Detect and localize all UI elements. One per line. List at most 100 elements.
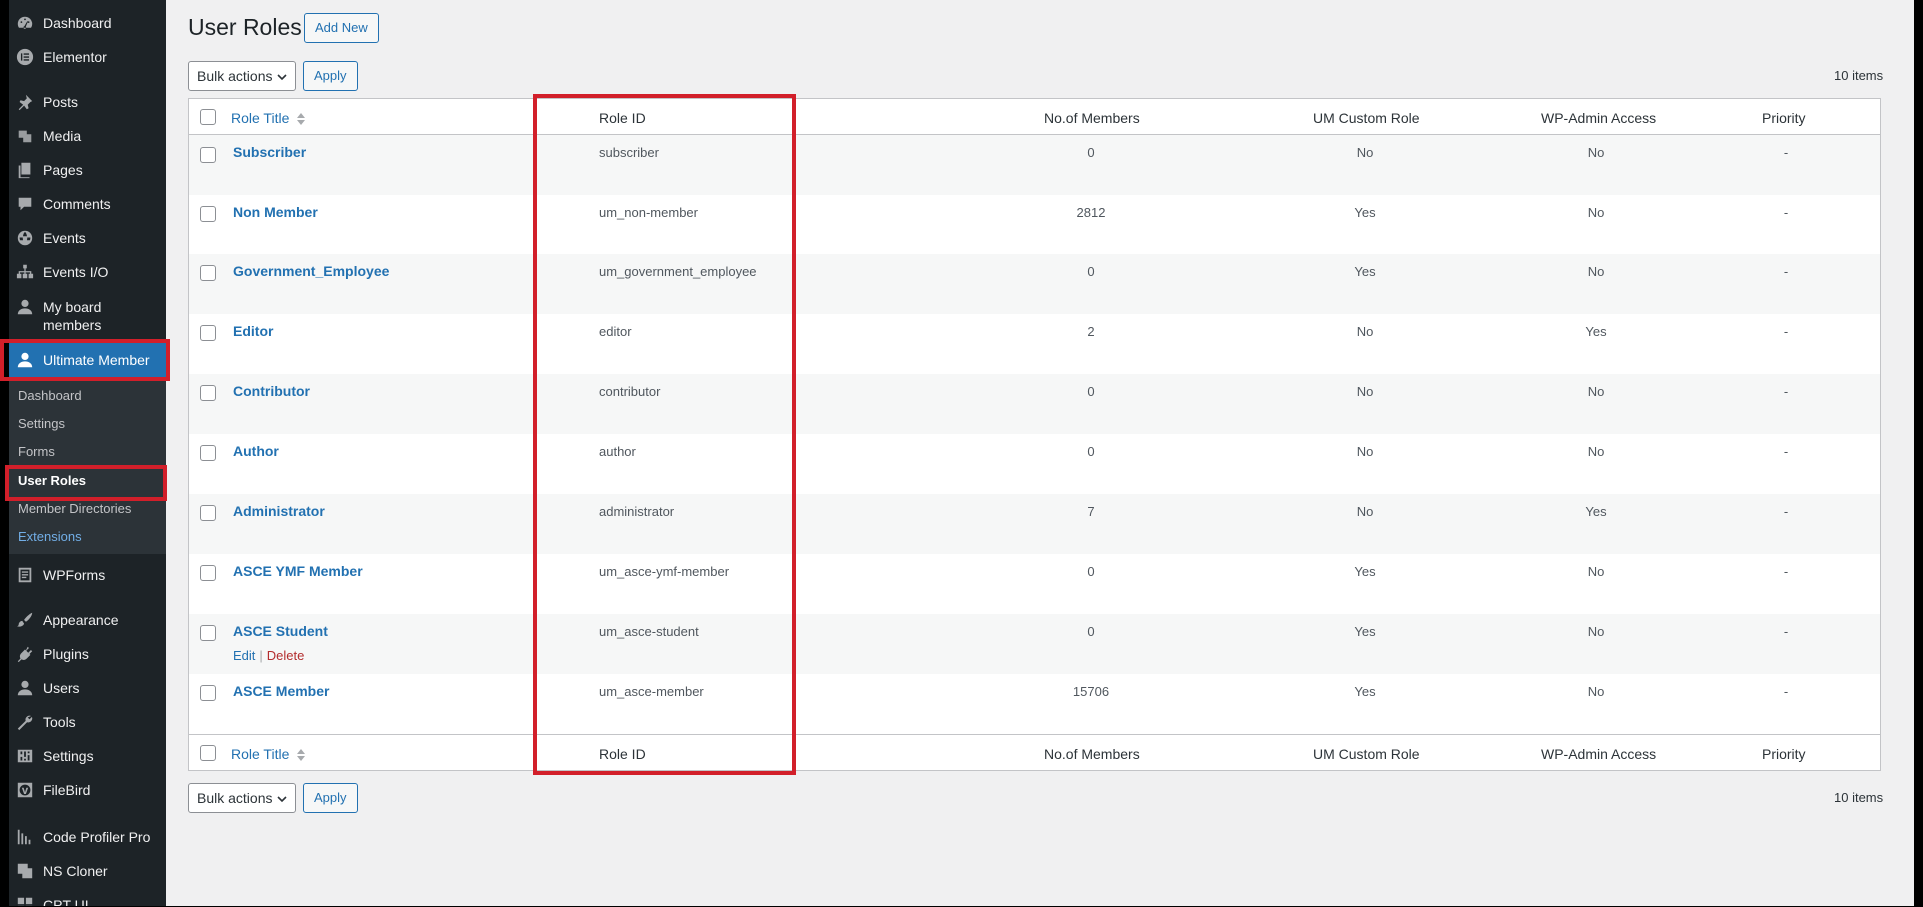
submenu-item-member-directories[interactable]: Member Directories	[18, 500, 131, 518]
sidebar-item-label: Posts	[43, 94, 79, 110]
row-checkbox[interactable]	[200, 206, 216, 222]
sidebar-item-dashboard[interactable]: Dashboard	[9, 13, 166, 33]
table-row: ASCE Student Edit | Delete um_asce-student…	[189, 614, 1880, 674]
wp-admin-access-value: No	[1587, 264, 1605, 279]
select-all-checkbox[interactable]	[200, 109, 216, 125]
sitemap-icon	[15, 262, 35, 282]
role-title-link[interactable]: Editor	[233, 323, 273, 339]
bulk-actions-select-bottom[interactable]: Bulk actions	[188, 783, 296, 813]
sidebar-item-label: FileBird	[43, 782, 91, 798]
sidebar-item-ns-cloner[interactable]: NS Cloner	[9, 861, 166, 881]
role-title-link[interactable]: Author	[233, 443, 279, 459]
sidebar-item-plugins[interactable]: Plugins	[9, 644, 166, 664]
submenu-item-dashboard[interactable]: Dashboard	[18, 387, 82, 405]
column-um-custom-role: UM Custom Role	[1313, 110, 1420, 126]
submenu-item-settings[interactable]: Settings	[18, 415, 65, 433]
row-checkbox[interactable]	[200, 505, 216, 521]
submenu-item-user-roles[interactable]: User Roles	[18, 472, 86, 490]
clone-icon	[15, 861, 35, 881]
sidebar-item-my-board-members[interactable]: My board members	[9, 297, 166, 334]
row-checkbox[interactable]	[200, 325, 216, 341]
table-row: Subscriber subscriber 0 No No -	[189, 135, 1880, 195]
bulk-actions-select-top[interactable]: Bulk actions	[188, 61, 296, 91]
sidebar-item-tools[interactable]: Tools	[9, 712, 166, 732]
row-actions: Edit | Delete	[233, 648, 304, 663]
column-members: No.of Members	[1044, 746, 1140, 762]
table-row: ASCE Member um_asce-member 15706 Yes No …	[189, 674, 1880, 734]
row-checkbox[interactable]	[200, 685, 216, 701]
sidebar-item-settings[interactable]: Settings	[9, 746, 166, 766]
sidebar-item-code-profiler-pro[interactable]: Code Profiler Pro	[9, 827, 166, 847]
column-priority: Priority	[1762, 746, 1806, 762]
sidebar-item-label: CPT UI	[43, 897, 89, 906]
apply-button-bottom[interactable]: Apply	[303, 783, 358, 813]
add-new-button[interactable]: Add New	[304, 13, 379, 43]
member-count: 7	[1087, 504, 1095, 519]
sidebar-item-events[interactable]: Events	[9, 228, 166, 248]
column-label: Role Title	[231, 110, 290, 126]
role-title-link[interactable]: Government_Employee	[233, 263, 389, 279]
sidebar-item-pages[interactable]: Pages	[9, 160, 166, 180]
column-wp-admin-access: WP-Admin Access	[1541, 746, 1657, 762]
sidebar-item-elementor[interactable]: Elementor	[9, 47, 166, 67]
chevron-down-icon	[277, 74, 287, 81]
sidebar-item-label: My board members	[43, 299, 102, 333]
role-title-link[interactable]: ASCE YMF Member	[233, 563, 363, 579]
sidebar-item-ultimate-member[interactable]: Ultimate Member	[9, 341, 166, 378]
um-custom-role-value: No	[1356, 504, 1374, 519]
member-count: 0	[1087, 564, 1095, 579]
delete-link[interactable]: Delete	[267, 648, 305, 663]
priority-value: -	[1783, 564, 1789, 579]
role-title-link[interactable]: ASCE Member	[233, 683, 329, 699]
submenu-item-forms[interactable]: Forms	[18, 443, 55, 461]
wp-admin-access-value: No	[1587, 684, 1605, 699]
sidebar-item-label: Events I/O	[43, 264, 109, 280]
um-custom-role-value: Yes	[1354, 624, 1376, 639]
row-checkbox[interactable]	[200, 565, 216, 581]
sidebar-item-comments[interactable]: Comments	[9, 194, 166, 214]
items-count-bottom: 10 items	[1834, 790, 1884, 805]
priority-value: -	[1783, 504, 1789, 519]
apply-button-top[interactable]: Apply	[303, 61, 358, 91]
row-checkbox[interactable]	[200, 385, 216, 401]
sort-icon	[297, 113, 306, 126]
sidebar-item-events-io[interactable]: Events I/O	[9, 262, 166, 282]
sidebar-item-filebird[interactable]: FileBird	[9, 780, 166, 800]
sidebar-item-users[interactable]: Users	[9, 678, 166, 698]
row-checkbox[interactable]	[200, 265, 216, 281]
select-all-checkbox[interactable]	[200, 745, 216, 761]
role-title-link[interactable]: Contributor	[233, 383, 310, 399]
user-icon	[15, 350, 35, 370]
member-count: 2812	[1076, 205, 1106, 220]
role-title-link[interactable]: Non Member	[233, 204, 318, 220]
row-checkbox[interactable]	[200, 147, 216, 163]
sidebar-item-cpt-ui[interactable]: CPT UI	[9, 895, 166, 906]
sidebar-item-wpforms[interactable]: WPForms	[9, 565, 166, 585]
um-custom-role-value: No	[1356, 324, 1374, 339]
table-row: ASCE YMF Member um_asce-ymf-member 0 Yes…	[189, 554, 1880, 614]
role-title-link[interactable]: Subscriber	[233, 144, 306, 160]
sidebar-item-media[interactable]: Media	[9, 126, 166, 146]
chevron-down-icon	[277, 796, 287, 803]
wp-admin-access-value: No	[1587, 444, 1605, 459]
column-priority: Priority	[1762, 110, 1806, 126]
um-custom-role-value: No	[1356, 444, 1374, 459]
column-role-title[interactable]: Role Title	[231, 746, 306, 762]
edit-link[interactable]: Edit	[233, 648, 255, 663]
role-title-link[interactable]: Administrator	[233, 503, 325, 519]
role-title-link[interactable]: ASCE Student	[233, 623, 328, 639]
sidebar-item-label: Tools	[43, 714, 76, 730]
row-checkbox[interactable]	[200, 445, 216, 461]
users-icon	[15, 678, 35, 698]
um-custom-role-value: No	[1356, 384, 1374, 399]
table-footer: Role Title Role ID No.of Members UM Cust…	[189, 734, 1880, 770]
member-count: 15706	[1072, 684, 1110, 699]
brush-icon	[15, 610, 35, 630]
sidebar-item-appearance[interactable]: Appearance	[9, 610, 166, 630]
sidebar-item-posts[interactable]: Posts	[9, 92, 166, 112]
table-row: Contributor contributor 0 No No -	[189, 374, 1880, 434]
column-role-title[interactable]: Role Title	[231, 110, 306, 126]
row-checkbox[interactable]	[200, 625, 216, 641]
sidebar-item-label: WPForms	[43, 567, 106, 583]
submenu-item-extensions[interactable]: Extensions	[18, 528, 82, 546]
